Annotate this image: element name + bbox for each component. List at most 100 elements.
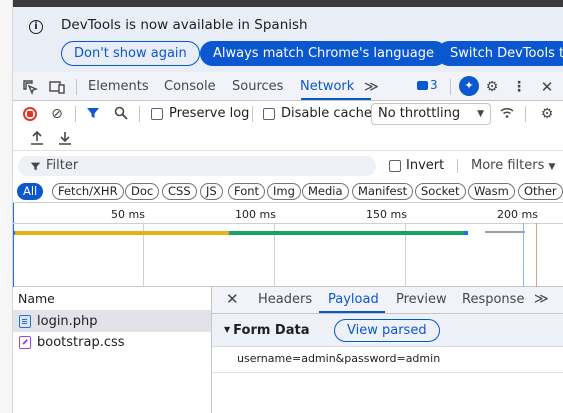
settings-gear-icon[interactable]: ⚙ [484, 79, 500, 95]
filter-input[interactable]: Filter [18, 156, 376, 176]
request-row-bootstrap-css[interactable]: bootstrap.css [13, 332, 211, 353]
toolbar-divider [525, 106, 526, 122]
tab-preview[interactable]: Preview [396, 292, 447, 307]
timeline-axis-line [13, 223, 563, 224]
waterfall-bar-waiting [15, 231, 229, 235]
inspect-element-icon[interactable] [22, 79, 38, 95]
request-list: Name login.php bootstrap.css [13, 287, 212, 413]
form-data-label: Form Data [233, 323, 310, 338]
chip-doc[interactable]: Doc [125, 183, 160, 200]
invert-checkbox[interactable] [389, 160, 401, 172]
window-top-strip [13, 0, 563, 7]
filter-funnel-icon [30, 159, 41, 179]
network-settings-gear-icon[interactable]: ⚙ [539, 106, 555, 122]
preserve-log-checkbox[interactable] [151, 108, 163, 120]
disable-cache-label: Disable cache [281, 106, 372, 121]
info-icon: i [29, 20, 43, 34]
ai-assistance-icon[interactable]: ✦ [459, 76, 479, 96]
stop-recording-icon[interactable] [23, 107, 37, 121]
timeline-tick-label: 100 ms [235, 208, 276, 221]
document-file-icon [19, 315, 31, 328]
tab-elements[interactable]: Elements [88, 79, 149, 94]
network-conditions-wifi-icon[interactable] [499, 106, 515, 122]
chip-socket[interactable]: Socket [415, 183, 466, 200]
window-left-edge [0, 0, 13, 413]
chip-fetch-xhr[interactable]: Fetch/XHR [52, 183, 124, 200]
tab-sources[interactable]: Sources [232, 79, 283, 94]
active-tab-indicator [301, 98, 371, 100]
dropdown-arrow-icon: ▼ [548, 162, 556, 172]
chip-other[interactable]: Other [518, 183, 563, 200]
close-devtools-icon[interactable]: ✕ [539, 79, 555, 95]
chip-wasm[interactable]: Wasm [468, 183, 515, 200]
timeline-tick-label: 150 ms [366, 208, 407, 221]
form-data-payload-row: username=admin&password=admin [212, 347, 563, 373]
waterfall-bar-end [464, 231, 468, 235]
name-column-header[interactable]: Name [13, 287, 211, 311]
issues-badge[interactable]: 3 [417, 78, 438, 92]
chip-media[interactable]: Media [302, 183, 349, 200]
close-detail-icon[interactable]: ✕ [226, 290, 239, 308]
more-tabs-chevron-icon[interactable]: ≫ [534, 291, 549, 307]
request-row-login-php[interactable]: login.php [13, 311, 211, 332]
detail-tabbar: ✕ Headers Payload Preview Response ≫ [212, 287, 563, 314]
tab-headers[interactable]: Headers [258, 292, 312, 307]
active-tab-indicator [319, 311, 385, 313]
chip-font[interactable]: Font [228, 183, 266, 200]
more-options-icon[interactable]: ⋮ [511, 79, 527, 95]
toolbar-divider [457, 159, 458, 173]
message-icon [417, 81, 428, 90]
language-infobar: i DevTools is now available in Spanish D… [13, 7, 563, 72]
toolbar-divider [450, 79, 451, 95]
more-filters-dropdown[interactable]: More filters ▼ [471, 158, 555, 173]
toolbar-divider [75, 106, 76, 122]
request-name: bootstrap.css [37, 335, 125, 350]
view-parsed-button[interactable]: View parsed [334, 319, 440, 342]
export-har-icon[interactable] [57, 130, 73, 146]
toolbar-divider [139, 106, 140, 122]
stylesheet-file-icon [19, 336, 31, 349]
filter-bar: Filter Invert More filters ▼ [13, 151, 563, 181]
toolbar-divider [252, 106, 253, 122]
preserve-log-label: Preserve log [169, 106, 250, 121]
tab-console[interactable]: Console [164, 79, 216, 94]
waterfall-bar-secondary [485, 231, 525, 233]
import-har-icon[interactable] [29, 130, 45, 146]
disable-cache-checkbox[interactable] [263, 108, 275, 120]
waterfall-bar-download [229, 231, 464, 235]
form-data-section-header[interactable]: ▼ Form Data View parsed [212, 314, 563, 347]
load-event-marker [536, 223, 537, 287]
tab-network[interactable]: Network [300, 79, 354, 94]
tab-payload[interactable]: Payload [328, 292, 379, 307]
network-overview-timeline[interactable]: 50 ms 100 ms 150 ms 200 ms [13, 203, 563, 287]
collapse-triangle-icon: ▼ [224, 325, 231, 334]
chip-js[interactable]: JS [200, 183, 223, 200]
chip-all[interactable]: All [17, 183, 44, 200]
filter-placeholder: Filter [46, 158, 79, 173]
tab-response[interactable]: Response [462, 292, 524, 307]
chip-img[interactable]: Img [267, 183, 301, 200]
chip-manifest[interactable]: Manifest [352, 183, 414, 200]
timeline-tick-label: 200 ms [497, 208, 538, 221]
clear-icon[interactable]: ⊘ [49, 106, 65, 122]
dont-show-again-button[interactable]: Don't show again [61, 41, 200, 66]
more-filters-label: More filters [471, 158, 545, 173]
invert-label: Invert [406, 158, 445, 173]
search-icon[interactable] [113, 106, 129, 122]
request-name: login.php [37, 314, 98, 329]
device-toolbar-icon[interactable] [49, 79, 65, 95]
throttling-value: No throttling [378, 106, 461, 121]
form-data-payload: username=admin&password=admin [237, 352, 441, 365]
resource-type-filter-bar: All Fetch/XHR Doc CSS JS Font Img Media … [13, 181, 563, 203]
network-toolbar: ⊘ Preserve log Disable cache No throttli… [13, 101, 563, 127]
chip-css[interactable]: CSS [162, 183, 197, 200]
more-tabs-chevron-icon[interactable]: ≫ [364, 79, 379, 95]
throttling-select[interactable]: No throttling ▼ [371, 103, 491, 125]
always-match-language-button[interactable]: Always match Chrome's language [200, 41, 447, 66]
network-import-export-bar [13, 127, 563, 151]
request-detail-pane: ✕ Headers Payload Preview Response ≫ ▼ Fo… [212, 287, 563, 413]
filter-funnel-icon[interactable] [85, 106, 101, 122]
devtools-tabbar: Elements Console Sources Network ≫ 3 ✦ ⚙… [13, 72, 563, 101]
switch-devtools-language-button[interactable]: Switch DevTools to [437, 41, 563, 66]
form-data-title: ▼ Form Data [224, 323, 309, 338]
